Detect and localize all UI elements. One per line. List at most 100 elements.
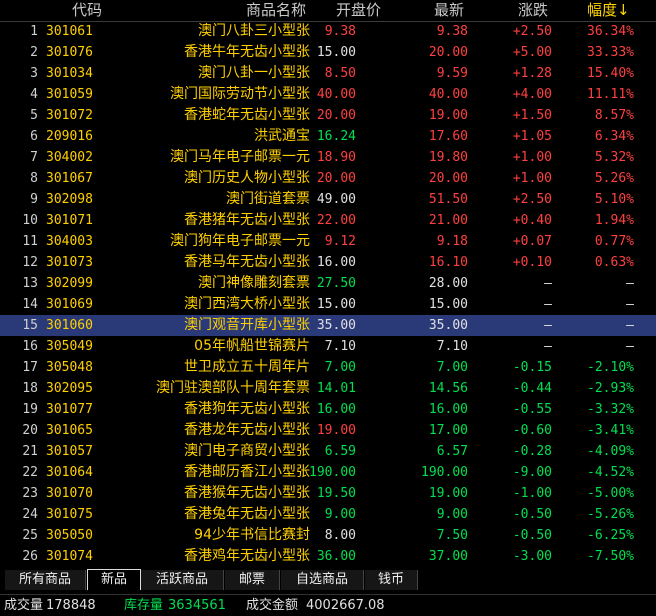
row-last-price: 15.00 <box>428 297 468 312</box>
table-row[interactable]: 23 301070 香港猴年无齿小型张 19.50 19.00 -1.00 -5.00% <box>0 483 656 504</box>
row-open-price: 49.00 <box>316 192 356 207</box>
row-change: +1.05 <box>512 129 552 144</box>
tab-watchlist[interactable]: 自选商品 <box>281 570 364 590</box>
row-open-price: 16.00 <box>316 402 356 417</box>
row-change: -3.00 <box>512 549 552 564</box>
table-row[interactable]: 16 305049 05年帆船世锦赛片 7.10 7.10 — — <box>0 336 656 357</box>
table-row[interactable]: 25 305050 94少年书信比赛封 8.00 7.50 -0.50 -6.25% <box>0 525 656 546</box>
table-row[interactable]: 18 302095 澳门驻澳部队十周年套票 14.01 14.56 -0.44 -2.93% <box>0 378 656 399</box>
row-index: 2 <box>30 45 38 60</box>
row-name: 澳门电子商贸小型张 <box>184 443 310 459</box>
row-change: +0.10 <box>512 255 552 270</box>
row-open-price: 190.00 <box>309 465 356 480</box>
row-last-price: 35.00 <box>428 318 468 333</box>
table-row[interactable]: 11 304003 澳门狗年电子邮票一元 9.12 9.18 +0.07 0.77% <box>0 231 656 252</box>
header-code[interactable]: 代码 <box>72 1 102 20</box>
row-name: 澳门历史人物小型张 <box>184 170 310 186</box>
row-code: 301076 <box>46 45 93 60</box>
table-row[interactable]: 3 301034 澳门八卦一小型张 8.50 9.59 +1.28 15.40% <box>0 63 656 84</box>
table-row[interactable]: 21 301057 澳门电子商贸小型张 6.59 6.57 -0.28 -4.09% <box>0 441 656 462</box>
row-change-pct: -7.50% <box>587 549 634 564</box>
row-last-price: 6.57 <box>436 444 468 459</box>
row-open-price: 19.00 <box>316 423 356 438</box>
row-name: 香港狗年无齿小型张 <box>184 401 310 417</box>
row-last-price: 7.00 <box>436 360 468 375</box>
row-code: 305049 <box>46 339 93 354</box>
header-last[interactable]: 最新 <box>434 1 464 20</box>
row-index: 9 <box>30 192 38 207</box>
row-change: -0.15 <box>512 360 552 375</box>
volume-label: 成交量 <box>4 598 44 613</box>
tab-stamps[interactable]: 邮票 <box>225 570 280 590</box>
row-last-price: 20.00 <box>428 171 468 186</box>
row-name: 澳门西湾大桥小型张 <box>184 296 310 312</box>
table-row[interactable]: 5 301072 香港蛇年无齿小型张 20.00 19.00 +1.50 8.57% <box>0 105 656 126</box>
table-row[interactable]: 26 301074 香港鸡年无齿小型张 36.00 37.00 -3.00 -7.50% <box>0 546 656 567</box>
row-change: -9.00 <box>512 465 552 480</box>
table-row[interactable]: 6 209016 洪武通宝 16.24 17.60 +1.05 6.34% <box>0 126 656 147</box>
row-open-price: 14.01 <box>316 381 356 396</box>
row-index: 23 <box>22 486 38 501</box>
table-row[interactable]: 20 301065 香港龙年无齿小型张 19.00 17.00 -0.60 -3.41% <box>0 420 656 441</box>
table-row[interactable]: 7 304002 澳门马年电子邮票一元 18.90 19.80 +1.00 5.32% <box>0 147 656 168</box>
row-index: 10 <box>22 213 38 228</box>
row-open-price: 16.24 <box>316 129 356 144</box>
header-name[interactable]: 商品名称 <box>246 1 306 20</box>
volume-value: 178848 <box>46 598 96 613</box>
table-row[interactable]: 2 301076 香港牛年无齿小型张 15.00 20.00 +5.00 33.33% <box>0 42 656 63</box>
row-last-price: 9.38 <box>436 24 468 39</box>
row-index: 1 <box>30 24 38 39</box>
row-last-price: 19.00 <box>428 108 468 123</box>
row-name: 澳门观音开库小型张 <box>184 317 310 333</box>
table-row[interactable]: 24 301075 香港兔年无齿小型张 9.00 9.00 -0.50 -5.26% <box>0 504 656 525</box>
tab-coins[interactable]: 钱币 <box>365 570 418 590</box>
table-row[interactable]: 1 301061 澳门八卦三小型张 9.38 9.38 +2.50 36.34% <box>0 21 656 42</box>
header-open[interactable]: 开盘价 <box>336 1 381 20</box>
table-row[interactable]: 8 301067 澳门历史人物小型张 20.00 20.00 +1.00 5.26% <box>0 168 656 189</box>
row-last-price: 21.00 <box>428 213 468 228</box>
header-change[interactable]: 涨跌 <box>518 1 548 20</box>
row-last-price: 17.00 <box>428 423 468 438</box>
table-row[interactable]: 10 301071 香港猪年无齿小型张 22.00 21.00 +0.40 1.94% <box>0 210 656 231</box>
row-change: -0.55 <box>512 402 552 417</box>
tab-all-goods[interactable]: 所有商品 <box>5 570 86 590</box>
table-row[interactable]: 12 301073 香港马年无齿小型张 16.00 16.10 +0.10 0.63% <box>0 252 656 273</box>
row-change: +4.00 <box>512 87 552 102</box>
tab-active-goods[interactable]: 活跃商品 <box>141 570 224 590</box>
table-row[interactable]: 4 301059 澳门国际劳动节小型张 40.00 40.00 +4.00 11.11% <box>0 84 656 105</box>
row-index: 24 <box>22 507 38 522</box>
header-pct[interactable]: 幅度↓ <box>587 1 630 20</box>
table-row[interactable]: 19 301077 香港狗年无齿小型张 16.00 16.00 -0.55 -3.32% <box>0 399 656 420</box>
table-row[interactable]: 15 301060 澳门观音开库小型张 35.00 35.00 — — <box>0 315 656 336</box>
stock-label: 库存量 <box>124 598 164 613</box>
row-index: 13 <box>22 276 38 291</box>
table-row[interactable]: 22 301064 香港邮历香江小型张 190.00 190.00 -9.00 -4.52% <box>0 462 656 483</box>
row-change-pct: -4.52% <box>587 465 634 480</box>
table-row[interactable]: 17 305048 世卫成立五十周年片 7.00 7.00 -0.15 -2.10% <box>0 357 656 378</box>
row-index: 19 <box>22 402 38 417</box>
row-code: 301074 <box>46 549 93 564</box>
table-row[interactable]: 14 301069 澳门西湾大桥小型张 15.00 15.00 — — <box>0 294 656 315</box>
row-code: 301072 <box>46 108 93 123</box>
category-tab-bar: 所有商品 新品 活跃商品 邮票 自选商品 钱币 <box>0 568 656 592</box>
row-change-pct: 11.11% <box>587 87 634 102</box>
row-index: 18 <box>22 381 38 396</box>
table-row[interactable]: 13 302099 澳门神像雕刻套票 27.50 28.00 — — <box>0 273 656 294</box>
row-index: 8 <box>30 171 38 186</box>
sort-desc-icon: ↓ <box>617 1 630 19</box>
row-code: 301067 <box>46 171 93 186</box>
row-last-price: 40.00 <box>428 87 468 102</box>
status-bar: 成交量 178848 库存量 3634561 成交金额 4002667.08 <box>0 594 656 616</box>
table-row[interactable]: 9 302098 澳门街道套票 49.00 51.50 +2.50 5.10% <box>0 189 656 210</box>
row-change-pct: 33.33% <box>587 45 634 60</box>
row-last-price: 37.00 <box>428 549 468 564</box>
row-index: 21 <box>22 444 38 459</box>
row-code: 305048 <box>46 360 93 375</box>
tab-new-goods[interactable]: 新品 <box>87 569 141 590</box>
row-open-price: 18.90 <box>316 150 356 165</box>
row-open-price: 20.00 <box>316 171 356 186</box>
row-last-price: 19.80 <box>428 150 468 165</box>
row-last-price: 16.00 <box>428 402 468 417</box>
row-change: +1.00 <box>512 150 552 165</box>
row-last-price: 190.00 <box>421 465 468 480</box>
